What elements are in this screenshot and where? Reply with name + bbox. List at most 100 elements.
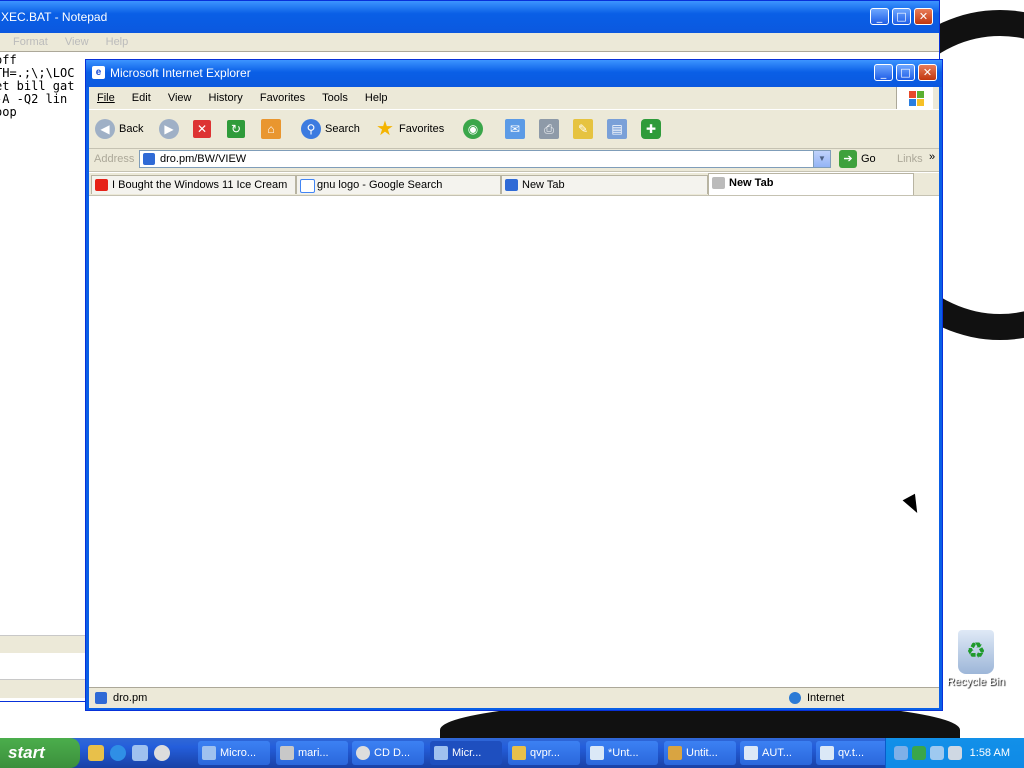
taskbar: start Micro... mari... CD D... Micr... q… bbox=[0, 738, 1024, 768]
menu-view[interactable]: View bbox=[168, 87, 192, 109]
taskbar-item[interactable]: *Unt... bbox=[586, 741, 658, 765]
taskbar-item[interactable]: Micro... bbox=[198, 741, 270, 765]
taskbar-item-label: qv.t... bbox=[838, 747, 865, 759]
menu-tools[interactable]: Tools bbox=[322, 87, 348, 109]
taskbar-item[interactable]: AUT... bbox=[740, 741, 812, 765]
taskbar-item[interactable]: mari... bbox=[276, 741, 348, 765]
mail-icon: ✉ bbox=[505, 119, 525, 139]
tray-network-icon[interactable] bbox=[894, 746, 908, 760]
stop-button[interactable]: ✕ bbox=[193, 118, 211, 140]
tray-volume-icon[interactable] bbox=[948, 746, 962, 760]
mail-button[interactable]: ✉ bbox=[505, 118, 525, 140]
folder-edit-icon: ✎ bbox=[573, 119, 593, 139]
notepad-menu-format[interactable]: Format bbox=[13, 36, 48, 48]
tray-update-icon[interactable] bbox=[912, 746, 926, 760]
ie-titlebar[interactable]: e Microsoft Internet Explorer _ □ ✕ bbox=[86, 60, 942, 87]
links-label[interactable]: Links bbox=[897, 153, 923, 165]
notepad-title: XEC.BAT - Notepad bbox=[1, 10, 108, 24]
clock[interactable]: 1:58 AM bbox=[970, 738, 1010, 768]
tab-new-tab[interactable]: New Tab bbox=[501, 175, 708, 194]
ie-logo-icon: e bbox=[92, 66, 105, 79]
edit-button[interactable]: ✎ bbox=[573, 118, 593, 140]
taskbar-item[interactable]: qvpr... bbox=[508, 741, 580, 765]
notepad-maximize-button[interactable]: □ bbox=[892, 8, 911, 25]
search-button[interactable]: ⚲ Search bbox=[301, 118, 360, 140]
menu-favorites[interactable]: Favorites bbox=[260, 87, 305, 109]
taskbar-item-label: mari... bbox=[298, 747, 329, 759]
search-label: Search bbox=[325, 123, 360, 135]
quicklaunch-media-icon[interactable] bbox=[154, 745, 170, 761]
taskbar-item[interactable]: CD D... bbox=[352, 741, 424, 765]
tab-youtube[interactable]: I Bought the Windows 11 Ice Cream bbox=[91, 175, 296, 194]
taskbar-item-label: AUT... bbox=[762, 747, 792, 759]
status-bar: dro.pm Internet bbox=[89, 687, 939, 708]
tab-label: New Tab bbox=[729, 177, 774, 189]
taskbar-item[interactable]: Untit... bbox=[664, 741, 736, 765]
page-content[interactable] bbox=[89, 196, 939, 686]
ie-maximize-button[interactable]: □ bbox=[896, 64, 915, 81]
quicklaunch-desktop-icon[interactable] bbox=[132, 745, 148, 761]
media-button[interactable]: ◉ bbox=[463, 118, 483, 140]
internet-globe-icon bbox=[789, 692, 801, 704]
go-arrow-icon: ➔ bbox=[839, 150, 857, 168]
address-label: Address bbox=[94, 153, 135, 165]
taskbar-item-label: CD D... bbox=[374, 747, 411, 759]
tab-new-tab-active[interactable]: New Tab bbox=[708, 173, 914, 195]
notepad-icon bbox=[590, 746, 604, 760]
favorites-star-icon: ★ bbox=[376, 118, 394, 140]
links-chevron-icon[interactable]: » bbox=[929, 151, 935, 163]
favorites-label: Favorites bbox=[399, 123, 445, 135]
tab-google-search[interactable]: gnu logo - Google Search bbox=[296, 175, 501, 194]
notepad-titlebar[interactable]: XEC.BAT - Notepad bbox=[0, 1, 939, 33]
taskbar-item-label: qvpr... bbox=[530, 747, 560, 759]
forward-button[interactable]: ▶ bbox=[159, 118, 179, 140]
taskbar-item[interactable]: qv.t... bbox=[816, 741, 888, 765]
quicklaunch-ie-icon[interactable] bbox=[110, 745, 126, 761]
notepad-menu-help[interactable]: Help bbox=[106, 36, 129, 48]
media-icon: ◉ bbox=[463, 119, 483, 139]
youtube-icon bbox=[95, 179, 108, 191]
paint-icon bbox=[668, 746, 682, 760]
address-url: dro.pm/BW/VIEW bbox=[160, 153, 247, 165]
menu-history[interactable]: History bbox=[209, 87, 243, 109]
favorites-button[interactable]: ★ Favorites bbox=[375, 118, 444, 140]
back-button[interactable]: ◀ Back bbox=[95, 118, 143, 140]
menu-file[interactable]: File bbox=[97, 87, 115, 109]
refresh-icon: ↻ bbox=[227, 120, 245, 138]
extension-button[interactable]: ✚ bbox=[641, 118, 661, 140]
print-button[interactable]: ⎙ bbox=[539, 118, 559, 140]
stop-icon: ✕ bbox=[193, 120, 211, 138]
tab-label: gnu logo - Google Search bbox=[317, 179, 443, 191]
notepad-menu-view[interactable]: View bbox=[65, 36, 89, 48]
ie-toolbar: ◀ Back ▶ ✕ ↻ ⌂ ⚲ Search ★ Favorites ◉ ✉ bbox=[89, 110, 939, 149]
tray-monitor-icon[interactable] bbox=[930, 746, 944, 760]
menu-edit[interactable]: Edit bbox=[132, 87, 151, 109]
ie-close-button[interactable]: ✕ bbox=[918, 64, 937, 81]
document-icon bbox=[744, 746, 758, 760]
address-dropdown-icon[interactable]: ▼ bbox=[813, 151, 830, 167]
ie-window[interactable]: e Microsoft Internet Explorer _ □ ✕ File… bbox=[85, 59, 943, 711]
ie-menubar: File Edit View History Favorites Tools H… bbox=[89, 87, 939, 110]
quicklaunch-folder-icon[interactable] bbox=[88, 745, 104, 761]
page-status-icon bbox=[95, 692, 107, 704]
notepad-horizontal-scrollbar[interactable] bbox=[0, 635, 85, 653]
forward-arrow-icon: ▶ bbox=[159, 119, 179, 139]
address-input[interactable]: dro.pm/BW/VIEW ▼ bbox=[139, 150, 831, 168]
notepad-close-button[interactable]: ✕ bbox=[914, 8, 933, 25]
google-icon bbox=[300, 179, 315, 193]
go-button[interactable]: ➔ Go bbox=[839, 150, 876, 168]
folder-icon bbox=[512, 746, 526, 760]
ie-app-icon bbox=[434, 746, 448, 760]
home-button[interactable]: ⌂ bbox=[261, 118, 281, 140]
hourglass-icon bbox=[712, 177, 725, 189]
notepad-minimize-button[interactable]: _ bbox=[870, 8, 889, 25]
taskbar-item-active[interactable]: Micr... bbox=[430, 741, 502, 765]
menu-help[interactable]: Help bbox=[365, 87, 388, 109]
back-label: Back bbox=[119, 123, 144, 135]
ie-minimize-button[interactable]: _ bbox=[874, 64, 893, 81]
start-button[interactable]: start bbox=[0, 738, 80, 768]
cd-icon bbox=[356, 746, 370, 760]
refresh-button[interactable]: ↻ bbox=[227, 118, 245, 140]
discuss-button[interactable]: ▤ bbox=[607, 118, 627, 140]
recycle-bin[interactable]: ♻ Recycle Bin bbox=[946, 630, 1006, 688]
